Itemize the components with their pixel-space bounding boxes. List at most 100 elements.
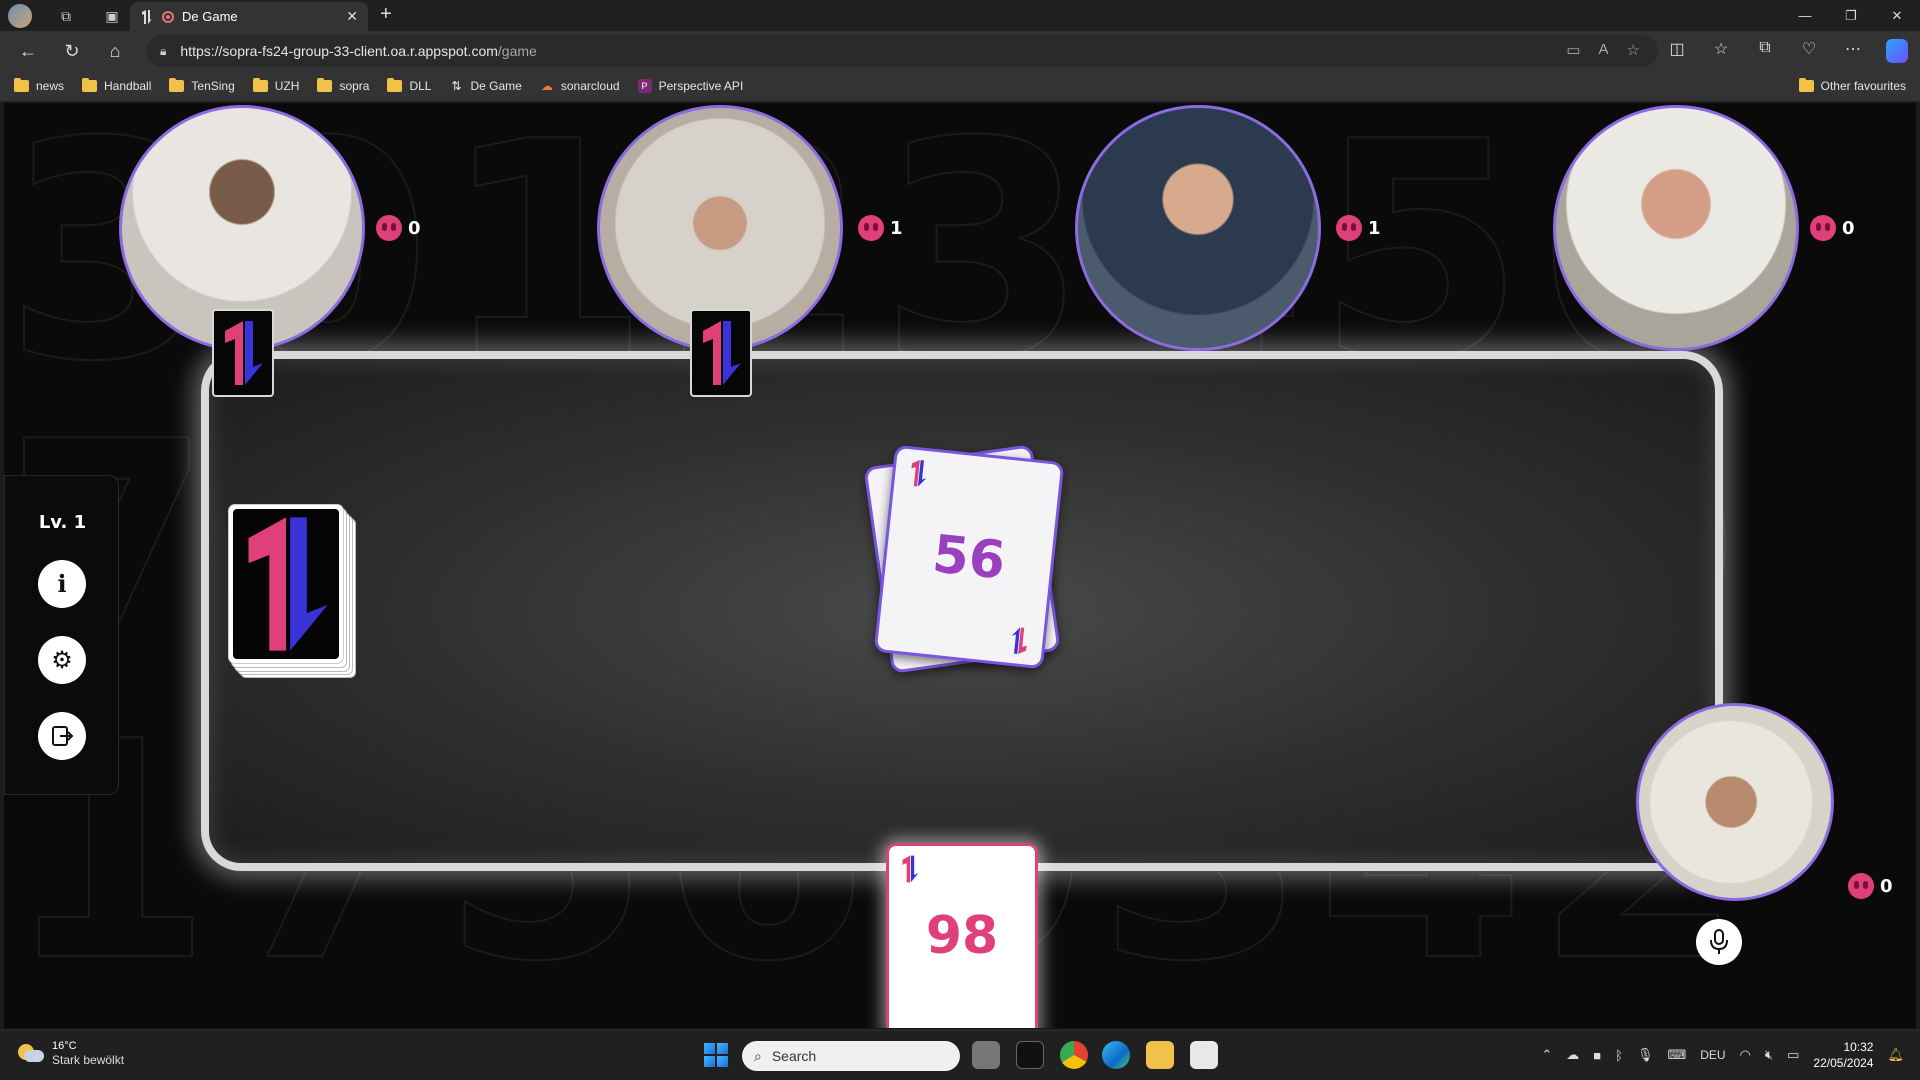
player-3-score: 1 xyxy=(1336,215,1381,241)
partly-cloudy-icon xyxy=(16,1042,44,1064)
favorites-icon[interactable]: ☆ xyxy=(1710,39,1732,63)
chrome-icon[interactable] xyxy=(1060,1041,1088,1069)
start-button[interactable] xyxy=(704,1043,728,1067)
bookmark-handball[interactable]: Handball xyxy=(82,78,151,93)
perspective-api-icon: P xyxy=(637,79,652,93)
wifi-icon[interactable]: ◠ xyxy=(1740,1047,1751,1063)
folder-icon xyxy=(14,78,29,92)
clock[interactable]: 10:32 22/05/2024 xyxy=(1813,1039,1873,1071)
self-video-avatar xyxy=(1636,703,1834,901)
file-explorer-icon[interactable] xyxy=(1146,1041,1174,1069)
refresh-button[interactable]: ↻ xyxy=(60,39,84,63)
snipping-tool-icon[interactable] xyxy=(1190,1041,1218,1069)
tab-actions-icon[interactable]: ▣ xyxy=(100,4,124,28)
microphone-button[interactable] xyxy=(1696,919,1742,965)
url-host: https://sopra-fs24-group-33-client.oa.r.… xyxy=(180,43,498,59)
bookmark-sonarcloud[interactable]: ☁︎ sonarcloud xyxy=(540,79,620,93)
folder-icon xyxy=(169,78,185,92)
de-game-logo-icon xyxy=(225,321,263,385)
card-corner-logo-icon xyxy=(1011,627,1027,655)
copilot-icon[interactable] xyxy=(1886,39,1908,63)
speaker-muted-icon[interactable]: 🔇︎ xyxy=(1765,1047,1773,1063)
collections-icon[interactable]: ⧉ xyxy=(1754,39,1776,63)
settings-button[interactable]: ⚙ xyxy=(38,636,86,684)
url-path: /game xyxy=(497,43,537,59)
weather-widget[interactable]: 16°C Stark bewölkt xyxy=(16,1039,124,1067)
camera-in-use-icon[interactable]: ▭ xyxy=(1566,41,1580,59)
keyboard-icon[interactable]: ⌨ xyxy=(1667,1047,1686,1063)
microphone-in-use-icon[interactable]: 🎙︎ xyxy=(1637,1047,1654,1063)
deck-top-card xyxy=(228,504,344,664)
browser-toolbar: ← ↻ ⌂ 🔒︎ https://sopra-fs24-group-33-cli… xyxy=(0,31,1920,71)
bluetooth-icon[interactable]: ᛒ xyxy=(1615,1048,1623,1063)
bookmark-dll[interactable]: DLL xyxy=(387,78,431,93)
windows-taskbar: 16°C Stark bewölkt ⌕ Search ⌃ ☁ ■ ᛒ 🎙︎ ⌨… xyxy=(0,1030,1920,1080)
bookmark-perspective-api[interactable]: P Perspective API xyxy=(637,79,743,93)
recording-indicator-icon xyxy=(162,10,174,23)
battery-icon[interactable]: ▭ xyxy=(1787,1047,1799,1063)
sad-face-icon xyxy=(376,215,402,241)
sad-face-icon xyxy=(858,215,884,241)
restore-window-button[interactable]: ❐ xyxy=(1828,0,1874,31)
tab-de-game[interactable]: De Game ✕ xyxy=(130,2,368,31)
onedrive-icon[interactable]: ☁ xyxy=(1566,1047,1579,1063)
player-4-video-avatar xyxy=(1553,105,1799,351)
card-corner-logo-icon xyxy=(902,855,919,883)
close-window-button[interactable]: ✕ xyxy=(1874,0,1920,31)
favorite-star-icon[interactable]: ☆ xyxy=(1627,41,1640,59)
sad-face-icon xyxy=(1848,873,1874,899)
search-icon: ⌕ xyxy=(754,1047,762,1064)
notification-bell-icon[interactable]: 🔔︎ xyxy=(1887,1047,1904,1063)
tab-title: De Game xyxy=(182,9,238,24)
self-score: 0 xyxy=(1848,873,1893,899)
task-view-icon[interactable] xyxy=(972,1041,1000,1069)
game-viewport: 301234567890482917560342813079652418 0 1… xyxy=(4,103,1916,1028)
minimize-window-button[interactable]: — xyxy=(1782,0,1828,31)
level-indicator: Lv. 1 xyxy=(38,512,87,533)
chevron-up-icon[interactable]: ⌃ xyxy=(1541,1047,1552,1063)
bookmark-de-game[interactable]: ⇅ De Game xyxy=(449,79,521,93)
workspaces-icon[interactable]: ⧉ xyxy=(54,4,78,28)
folder-icon xyxy=(387,78,403,92)
more-menu-icon[interactable]: ⋯ xyxy=(1842,39,1864,63)
gear-icon: ⚙ xyxy=(51,646,73,674)
system-tray: ⌃ ☁ ■ ᛒ 🎙︎ ⌨ DEU ◠ 🔇︎ ▭ 10:32 22/05/2024… xyxy=(1541,1039,1904,1071)
defender-icon[interactable]: ■ xyxy=(1593,1048,1601,1063)
other-favourites-folder[interactable]: Other favourites xyxy=(1798,78,1906,93)
player-1-card-back xyxy=(212,309,274,397)
info-button[interactable]: ℹ xyxy=(38,560,86,608)
bookmark-sopra[interactable]: sopra xyxy=(317,78,369,93)
de-game-logo-icon: ⇅ xyxy=(451,79,462,93)
bookmark-uzh[interactable]: UZH xyxy=(252,78,299,93)
address-bar[interactable]: 🔒︎ https://sopra-fs24-group-33-client.oa… xyxy=(146,35,1658,67)
player-2-score: 1 xyxy=(858,215,903,241)
read-aloud-icon[interactable]: A xyxy=(1599,41,1609,59)
new-tab-button[interactable]: + xyxy=(380,3,392,26)
player-3-video-avatar xyxy=(1075,105,1321,351)
lock-icon[interactable]: 🔒︎ xyxy=(160,44,166,59)
info-icon: ℹ xyxy=(57,570,67,598)
exit-button[interactable] xyxy=(38,712,86,760)
back-button[interactable]: ← xyxy=(16,39,40,63)
exit-icon xyxy=(52,726,74,746)
folder-icon xyxy=(317,78,333,92)
profile-avatar[interactable] xyxy=(8,4,32,28)
folder-icon xyxy=(1798,78,1814,92)
browser-essentials-icon[interactable]: ♡ xyxy=(1798,39,1820,63)
split-screen-icon[interactable]: ◫ xyxy=(1666,39,1688,63)
edge-icon[interactable] xyxy=(1102,1041,1130,1069)
clock-date: 22/05/2024 xyxy=(1813,1056,1874,1070)
terminal-icon[interactable] xyxy=(1016,1041,1044,1069)
home-button[interactable]: ⌂ xyxy=(103,39,127,63)
hand-card-number: 98 xyxy=(925,906,999,966)
taskbar-search[interactable]: ⌕ Search xyxy=(742,1041,960,1071)
de-game-favicon xyxy=(142,9,152,24)
draw-deck[interactable] xyxy=(228,504,364,682)
sad-face-icon xyxy=(1336,215,1362,241)
close-tab-icon[interactable]: ✕ xyxy=(346,8,358,25)
bookmark-tensing[interactable]: TenSing xyxy=(169,78,235,93)
bookmark-news[interactable]: news xyxy=(14,78,64,93)
language-indicator[interactable]: DEU xyxy=(1700,1048,1725,1062)
player-1-score: 0 xyxy=(376,215,421,241)
hand-card[interactable]: 98 xyxy=(886,843,1038,1028)
